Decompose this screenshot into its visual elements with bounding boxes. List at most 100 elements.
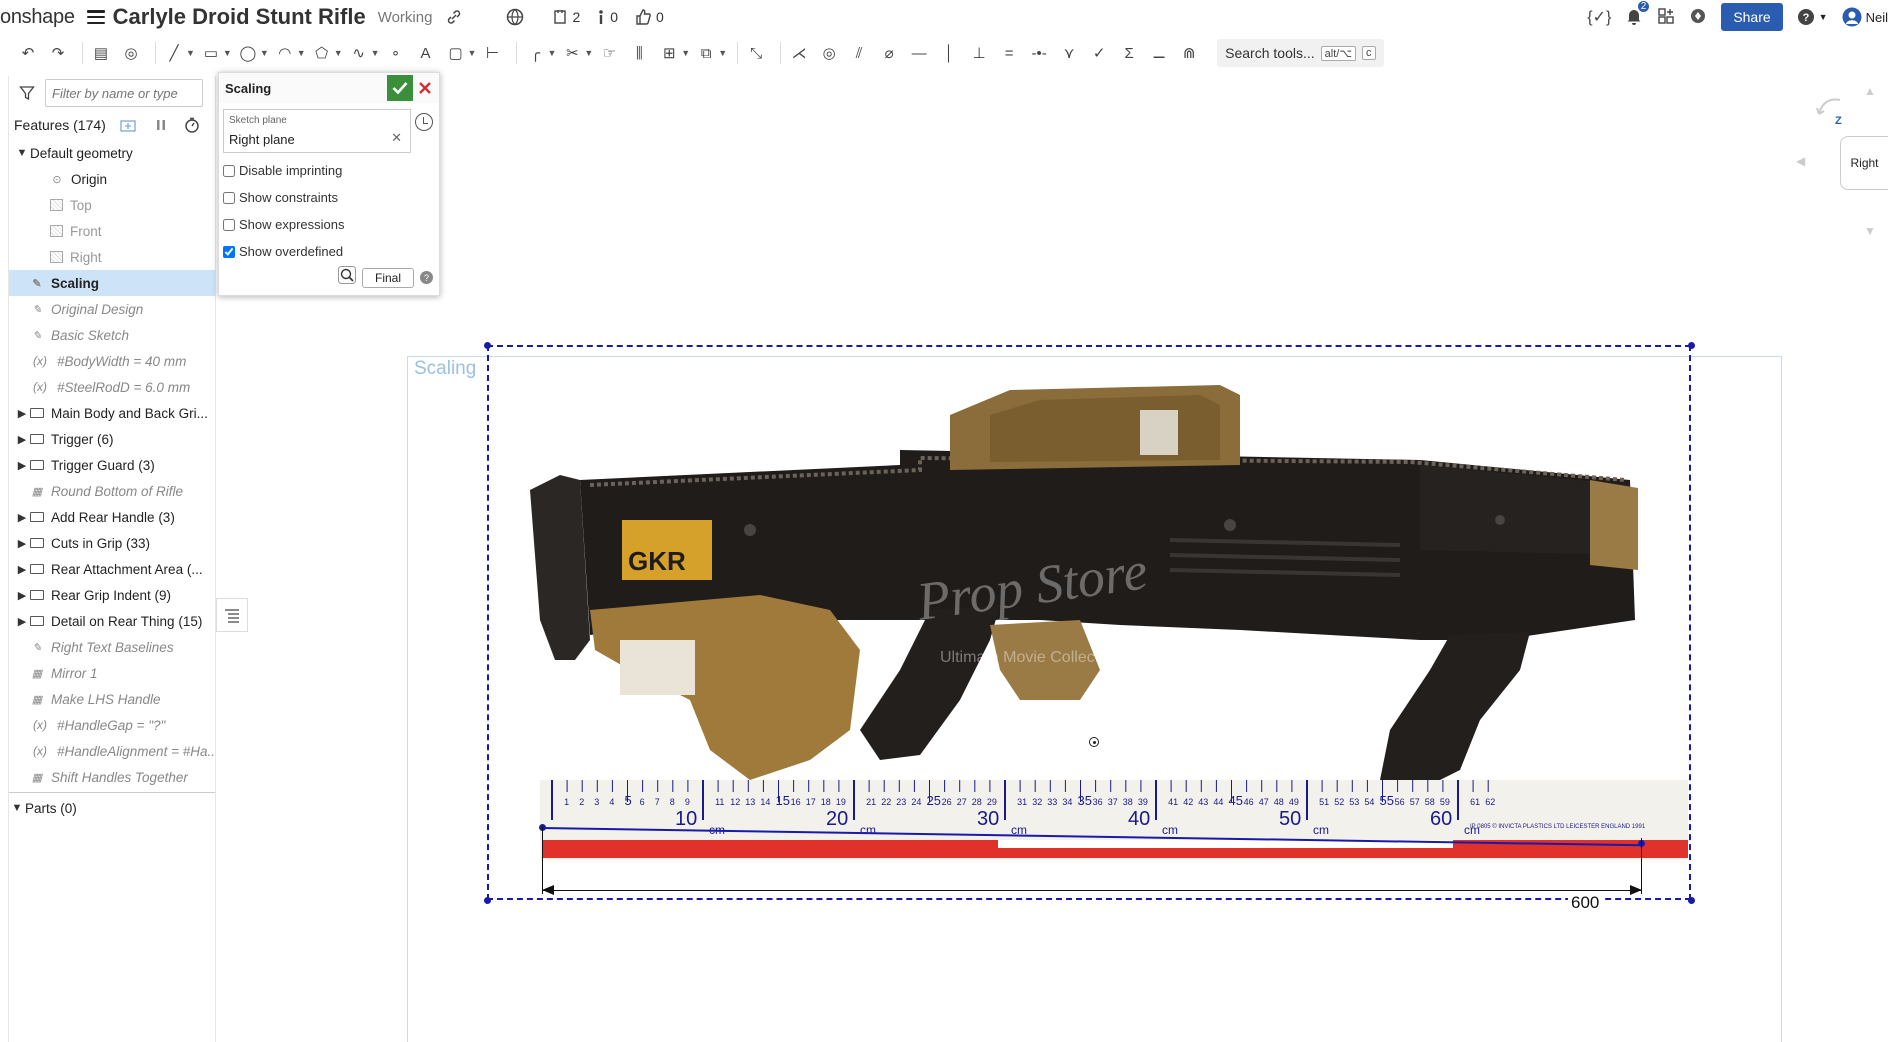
variable-studio-icon[interactable]: {✓} bbox=[1587, 7, 1611, 27]
feature-item[interactable]: (x) #HandleAlignment = #Ha... bbox=[9, 738, 215, 764]
help-menu[interactable]: ? ▼ bbox=[1797, 8, 1828, 26]
magnifier-icon[interactable] bbox=[337, 266, 356, 289]
rotate-ccw-icon[interactable] bbox=[1816, 96, 1842, 118]
globe-icon[interactable] bbox=[506, 8, 524, 26]
versions-button[interactable]: 2 bbox=[552, 9, 580, 25]
learning-center-icon[interactable] bbox=[1689, 7, 1707, 28]
like-button[interactable]: 0 bbox=[634, 8, 664, 26]
midpoint-icon[interactable]: -•- bbox=[1027, 41, 1051, 65]
parallel-icon[interactable]: ⫽ bbox=[847, 41, 871, 65]
chevron-down-icon[interactable]: ▼ bbox=[9, 802, 25, 814]
sketch-corner-point[interactable] bbox=[1688, 897, 1695, 904]
spline-tool-icon[interactable]: ∿ bbox=[347, 41, 371, 65]
feature-item[interactable]: ▶ Rear Grip Indent (9) bbox=[9, 582, 215, 608]
feature-item[interactable]: ⊙ Origin bbox=[9, 166, 215, 192]
construction-icon[interactable]: ▢ bbox=[444, 41, 468, 65]
dialog-option[interactable]: Show expressions bbox=[219, 211, 439, 238]
feature-item[interactable]: (x) #SteelRodD = 6.0 mm bbox=[9, 374, 215, 400]
sketch-corner-point[interactable] bbox=[484, 342, 491, 349]
dialog-option[interactable]: Disable imprinting bbox=[219, 157, 439, 184]
dimension-line[interactable] bbox=[542, 890, 1642, 891]
menu-icon[interactable] bbox=[86, 10, 105, 24]
feature-item[interactable]: (x) #BodyWidth = 40 mm bbox=[9, 348, 215, 374]
insert-dxf-icon[interactable]: ⧉ bbox=[694, 41, 718, 65]
option-checkbox[interactable] bbox=[223, 191, 235, 204]
tangent-icon[interactable]: ⌀ bbox=[877, 41, 901, 65]
option-checkbox[interactable] bbox=[223, 164, 235, 177]
app-store-icon[interactable] bbox=[1657, 7, 1675, 28]
pattern-icon[interactable]: ⊞ bbox=[657, 41, 681, 65]
sketch-history-icon[interactable] bbox=[415, 113, 433, 131]
feature-item[interactable]: Right bbox=[9, 244, 215, 270]
option-checkbox[interactable] bbox=[223, 245, 235, 258]
chevron-down-icon[interactable]: ▼ bbox=[14, 147, 30, 159]
concentric-icon[interactable]: ◎ bbox=[817, 41, 841, 65]
sketch-corner-point[interactable] bbox=[484, 897, 491, 904]
normal-icon[interactable]: ⋎ bbox=[1057, 41, 1081, 65]
chevron-right-icon[interactable]: ▶ bbox=[14, 433, 30, 446]
search-tools-input[interactable]: Search tools... alt/⌥ c bbox=[1217, 39, 1384, 67]
pause-icon[interactable] bbox=[154, 118, 168, 132]
feature-item[interactable]: ▦ Mirror 1 bbox=[9, 660, 215, 686]
sketch-rectangle[interactable] bbox=[487, 345, 1691, 900]
view-cube[interactable]: Right bbox=[1840, 136, 1888, 190]
chevron-down-icon[interactable]: ▼ bbox=[584, 48, 593, 58]
chevron-down-icon[interactable]: ▼ bbox=[297, 48, 306, 58]
rectangle-tool-icon[interactable]: ▭ bbox=[199, 41, 223, 65]
origin-point[interactable] bbox=[1089, 737, 1099, 747]
share-button[interactable]: Share bbox=[1721, 3, 1783, 31]
panel-toggle-button[interactable] bbox=[216, 598, 248, 632]
chevron-down-icon[interactable]: ▼ bbox=[718, 48, 727, 58]
pierce-icon[interactable]: ✓ bbox=[1087, 41, 1111, 65]
polygon-tool-icon[interactable]: ⬠ bbox=[310, 41, 334, 65]
feature-item[interactable]: ▶ Cuts in Grip (33) bbox=[9, 530, 215, 556]
feature-item[interactable]: ▦ Shift Handles Together bbox=[9, 764, 215, 790]
help-icon[interactable]: ? bbox=[420, 271, 433, 284]
curvature-icon[interactable]: ⋒ bbox=[1177, 41, 1201, 65]
feature-item[interactable]: ▶ Rear Attachment Area (... bbox=[9, 556, 215, 582]
user-menu[interactable]: Neil bbox=[1842, 7, 1888, 27]
chevron-down-icon[interactable]: ▼ bbox=[371, 48, 380, 58]
equal-icon[interactable]: = bbox=[997, 41, 1021, 65]
clear-icon[interactable]: ✕ bbox=[391, 130, 402, 146]
feature-item[interactable]: ✎ Original Design bbox=[9, 296, 215, 322]
document-title[interactable]: Carlyle Droid Stunt Rifle bbox=[113, 4, 366, 30]
perpendicular-icon[interactable]: ⊥ bbox=[967, 41, 991, 65]
feature-item[interactable]: ▶ Detail on Rear Thing (15) bbox=[9, 608, 215, 634]
line-tool-icon[interactable]: ╱ bbox=[162, 41, 186, 65]
chevron-down-icon[interactable]: ▼ bbox=[260, 48, 269, 58]
symmetric-icon[interactable]: Σ bbox=[1117, 41, 1141, 65]
feature-filter-input[interactable] bbox=[45, 79, 203, 107]
dialog-option[interactable]: Show constraints bbox=[219, 184, 439, 211]
transform-icon[interactable]: ⤡ bbox=[744, 41, 768, 65]
chevron-right-icon[interactable]: ▶ bbox=[14, 537, 30, 550]
final-button[interactable]: Final bbox=[361, 267, 414, 288]
feature-item[interactable]: ▶ Add Rear Handle (3) bbox=[9, 504, 215, 530]
regenerate-icon[interactable]: ◎ bbox=[119, 41, 143, 65]
vertical-icon[interactable]: │ bbox=[937, 41, 961, 65]
fillet-icon[interactable]: ╭ bbox=[523, 41, 547, 65]
chevron-right-icon[interactable]: ▶ bbox=[14, 589, 30, 602]
chevron-right-icon[interactable]: ▶ bbox=[14, 563, 30, 576]
feature-item[interactable]: ✎ Basic Sketch bbox=[9, 322, 215, 348]
feature-item[interactable]: Front bbox=[9, 218, 215, 244]
text-tool-icon[interactable]: A bbox=[414, 41, 438, 65]
cancel-button[interactable] bbox=[415, 76, 435, 100]
stopwatch-icon[interactable] bbox=[184, 117, 200, 133]
rotate-left-icon[interactable]: ◀ bbox=[1796, 154, 1805, 168]
dialog-option[interactable]: Show overdefined bbox=[219, 238, 439, 265]
link-icon[interactable] bbox=[446, 9, 462, 25]
feature-item[interactable]: ▦ Round Bottom of Rifle bbox=[9, 478, 215, 504]
chevron-down-icon[interactable]: ▼ bbox=[468, 48, 477, 58]
point-tool-icon[interactable]: ∘ bbox=[384, 41, 408, 65]
filter-icon[interactable] bbox=[19, 85, 35, 101]
chevron-down-icon[interactable]: ▼ bbox=[681, 48, 690, 58]
chevron-down-icon[interactable]: ▼ bbox=[186, 48, 195, 58]
dimension-value[interactable]: 600 bbox=[1568, 893, 1603, 913]
add-folder-icon[interactable] bbox=[120, 118, 138, 132]
chevron-right-icon[interactable]: ▶ bbox=[14, 459, 30, 472]
feature-item[interactable]: ▶ Main Body and Back Gri... bbox=[9, 400, 215, 426]
accept-button[interactable] bbox=[387, 75, 413, 101]
feature-item[interactable]: ✎ Scaling bbox=[9, 270, 215, 296]
sketch-corner-point[interactable] bbox=[1688, 342, 1695, 349]
